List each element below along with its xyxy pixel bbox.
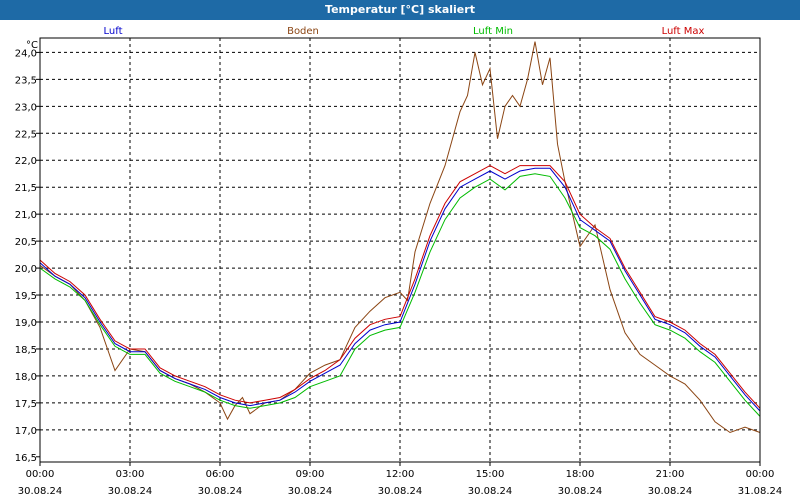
x-tick-time: 03:00 bbox=[116, 469, 145, 480]
y-tick-label: 23,0 bbox=[15, 102, 37, 113]
y-tick-label: 18,5 bbox=[15, 345, 37, 356]
x-tick-date: 30.08.24 bbox=[288, 486, 333, 497]
x-tick-date: 30.08.24 bbox=[648, 486, 693, 497]
chart-title-bar: Temperatur [°C] skaliert bbox=[0, 0, 800, 20]
y-tick-label: 21,5 bbox=[15, 183, 37, 194]
x-tick-time: 21:00 bbox=[656, 469, 685, 480]
legend-item: Boden bbox=[287, 26, 319, 37]
y-tick-label: 18,0 bbox=[15, 372, 37, 383]
y-tick-label: 20,5 bbox=[15, 237, 37, 248]
legend-item: Luft Max bbox=[662, 26, 705, 37]
y-axis-label: °C bbox=[26, 40, 38, 51]
grid bbox=[40, 38, 760, 462]
legend: Luft Boden Luft Min Luft Max bbox=[104, 26, 705, 37]
x-tick-time: 12:00 bbox=[386, 469, 415, 480]
x-tick-date: 30.08.24 bbox=[558, 486, 603, 497]
legend-item: Luft Min bbox=[473, 26, 513, 37]
x-tick-date: 31.08.24 bbox=[738, 486, 783, 497]
x-tick-time: 00:00 bbox=[26, 469, 55, 480]
y-tick-label: 17,0 bbox=[15, 426, 37, 437]
y-tick-label: 20,0 bbox=[15, 264, 37, 275]
x-tick-time: 18:00 bbox=[566, 469, 595, 480]
x-tick-date: 30.08.24 bbox=[198, 486, 243, 497]
temperature-chart: Luft Boden Luft Min Luft Max 24,023,523,022… bbox=[15, 26, 783, 497]
x-tick-time: 00:00 bbox=[746, 469, 775, 480]
x-tick-date: 30.08.24 bbox=[468, 486, 513, 497]
y-tick-label: 19,5 bbox=[15, 291, 37, 302]
y-tick-label: 22,0 bbox=[15, 156, 37, 167]
x-axis-ticks: 00:00 30.08.24 03:00 30.08.24 06:00 30.08.24 0… bbox=[18, 462, 783, 497]
y-tick-label: 22,5 bbox=[15, 129, 37, 140]
x-tick-time: 15:00 bbox=[476, 469, 505, 480]
y-tick-label: 17,5 bbox=[15, 399, 37, 410]
x-tick-time: 09:00 bbox=[296, 469, 325, 480]
x-tick-date: 30.08.24 bbox=[18, 486, 63, 497]
y-tick-label: 16,5 bbox=[15, 453, 37, 464]
x-tick-time: 06:00 bbox=[206, 469, 235, 480]
y-axis-ticks: 24,023,523,022,522,021,521,020,520,019,5… bbox=[15, 48, 40, 464]
y-tick-label: 23,5 bbox=[15, 75, 37, 86]
x-tick-date: 30.08.24 bbox=[378, 486, 423, 497]
legend-item: Luft bbox=[104, 26, 123, 37]
y-tick-label: 21,0 bbox=[15, 210, 37, 221]
y-tick-label: 19,0 bbox=[15, 318, 37, 329]
chart-title: Temperatur [°C] skaliert bbox=[325, 3, 475, 16]
x-tick-date: 30.08.24 bbox=[108, 486, 153, 497]
